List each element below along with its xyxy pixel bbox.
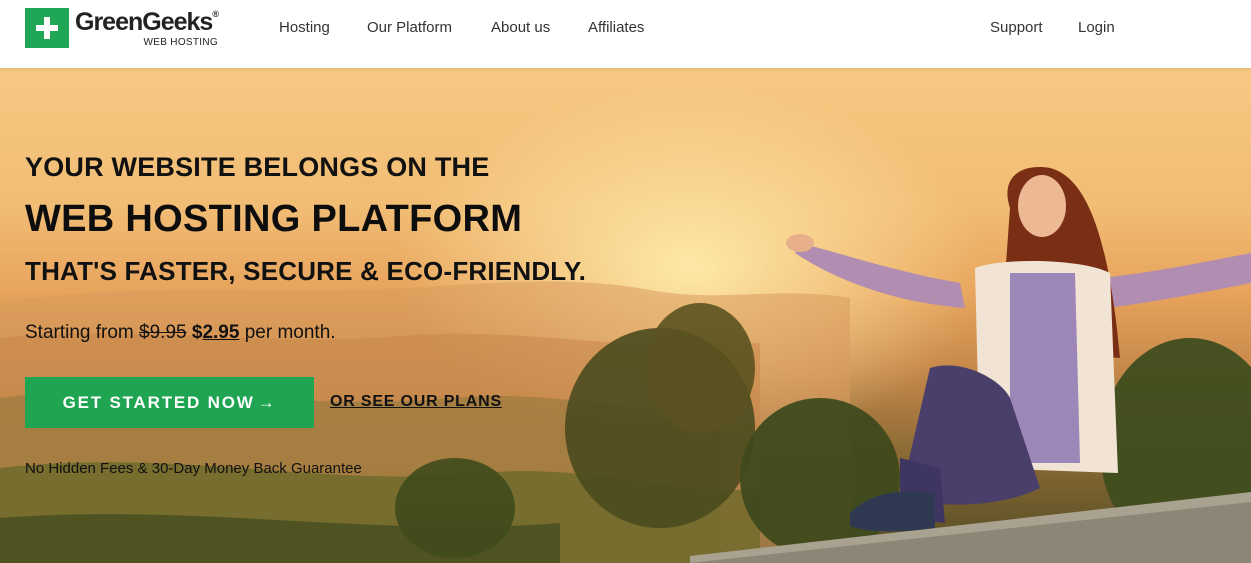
logo-name: GreenGeeks® (75, 8, 219, 36)
headline-main: WEB HOSTING PLATFORM (25, 198, 523, 240)
nav-hosting[interactable]: Hosting (279, 19, 330, 36)
price-suffix: per month. (244, 322, 336, 343)
hero-background-image (0, 167, 1251, 563)
logo-tagline: WEB HOSTING (143, 37, 218, 48)
headline-line-3: THAT'S FASTER, SECURE & ECO-FRIENDLY. (25, 256, 587, 286)
nav-login[interactable]: Login (1078, 19, 1115, 36)
nav-affiliates[interactable]: Affiliates (588, 19, 644, 36)
price-new: $2.95 (191, 322, 240, 343)
price-prefix: Starting from (25, 322, 134, 343)
hero-banner: YOUR WEBSITE BELONGS ON THE WEB HOSTING … (0, 68, 1251, 563)
get-started-label: GET STARTED NOW (62, 392, 255, 412)
nav-our-platform[interactable]: Our Platform (367, 19, 452, 36)
plus-icon (25, 8, 69, 48)
guarantee-text: No Hidden Fees & 30-Day Money Back Guara… (25, 460, 362, 477)
pricing-text: Starting from $9.95 $2.95 per month. (25, 322, 336, 344)
get-started-button[interactable]: GET STARTED NOW → (25, 377, 314, 428)
arrow-right-icon: → (257, 392, 277, 412)
price-old: $9.95 (139, 322, 187, 343)
headline-line-1: YOUR WEBSITE BELONGS ON THE (25, 152, 490, 182)
greengeeks-logo[interactable]: GreenGeeks® WEB HOSTING (25, 8, 219, 48)
nav-about-us[interactable]: About us (491, 19, 550, 36)
see-plans-link[interactable]: OR SEE OUR PLANS (330, 393, 502, 411)
nav-support[interactable]: Support (990, 19, 1043, 36)
site-header: GreenGeeks® WEB HOSTING Hosting Our Plat… (0, 0, 1251, 68)
